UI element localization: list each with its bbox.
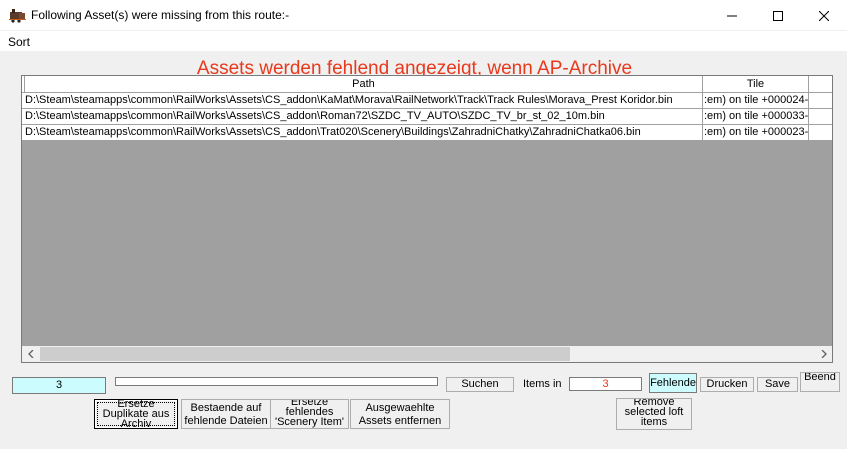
- cell-extra[interactable]: [809, 125, 832, 141]
- window-title: Following Asset(s) were missing from thi…: [31, 8, 290, 22]
- missing-assets-grid[interactable]: Path Tile D:\Steam\steamapps\common\Rail…: [21, 75, 833, 363]
- scroll-left-button[interactable]: [22, 346, 39, 362]
- heading-text: Assets werden fehlend angezeigt, wenn AP…: [196, 58, 633, 76]
- horizontal-scrollbar[interactable]: [22, 346, 832, 362]
- close-icon: [819, 10, 829, 21]
- scroll-thumb[interactable]: [40, 347, 570, 361]
- column-header-path[interactable]: Path: [25, 76, 703, 93]
- heading-banner: Assets werden fehlend angezeigt, wenn AP…: [0, 56, 847, 76]
- items-in-field[interactable]: 3: [569, 377, 642, 391]
- chevron-right-icon: [821, 350, 827, 358]
- cell-tile[interactable]: :em) on tile +000024-00: [703, 93, 809, 109]
- maximize-icon: [773, 10, 783, 21]
- minimize-button[interactable]: [709, 0, 755, 31]
- train-icon: [9, 7, 27, 23]
- column-header-extra[interactable]: [809, 76, 832, 93]
- exit-button[interactable]: Beend: [800, 372, 840, 392]
- remove-selected-assets-button[interactable]: Ausgewaehlte Assets entfernen: [350, 399, 450, 429]
- chevron-left-icon: [27, 350, 33, 358]
- table-row[interactable]: D:\Steam\steamapps\common\RailWorks\Asse…: [22, 93, 832, 109]
- grid-header: Path Tile: [22, 76, 832, 93]
- menu-sort[interactable]: Sort: [8, 35, 30, 49]
- minimize-icon: [727, 15, 737, 16]
- maximize-button[interactable]: [755, 0, 801, 31]
- cell-tile[interactable]: :em) on tile +000033-0: [703, 109, 809, 125]
- cell-extra[interactable]: [809, 109, 832, 125]
- table-row[interactable]: D:\Steam\steamapps\common\RailWorks\Asse…: [22, 125, 832, 141]
- cell-tile[interactable]: :em) on tile +000023-0: [703, 125, 809, 141]
- title-bar: Following Asset(s) were missing from thi…: [0, 0, 847, 31]
- progress-bar: [115, 377, 438, 386]
- cell-extra[interactable]: [809, 93, 832, 109]
- existing-to-missing-button[interactable]: Bestaende auf fehlende Dateien: [181, 399, 271, 429]
- remove-loft-items-label: Remove selected loft items: [624, 398, 684, 428]
- print-button[interactable]: Drucken: [700, 377, 754, 392]
- close-button[interactable]: [801, 0, 847, 31]
- search-button[interactable]: Suchen: [446, 377, 514, 392]
- menu-bar: Sort: [0, 31, 847, 51]
- save-button[interactable]: Save: [757, 377, 798, 392]
- count-display: 3: [12, 377, 106, 394]
- remove-loft-items-button[interactable]: Remove selected loft items: [616, 398, 692, 430]
- cell-path[interactable]: D:\Steam\steamapps\common\RailWorks\Asse…: [22, 125, 703, 141]
- missing-toggle-button[interactable]: Fehlende: [649, 373, 697, 393]
- replace-scenery-item-label: Ersetze fehlendes 'Scenery Item': [274, 399, 344, 428]
- replace-duplicates-label: Ersetze Duplikate aus Archiv: [102, 399, 170, 429]
- exit-button-label: Beend: [804, 372, 836, 383]
- table-row[interactable]: D:\Steam\steamapps\common\RailWorks\Asse…: [22, 109, 832, 125]
- cell-path[interactable]: D:\Steam\steamapps\common\RailWorks\Asse…: [22, 93, 703, 109]
- replace-duplicates-button[interactable]: Ersetze Duplikate aus Archiv: [94, 399, 178, 429]
- replace-scenery-item-button[interactable]: Ersetze fehlendes 'Scenery Item': [270, 399, 349, 429]
- column-header-tile[interactable]: Tile: [703, 76, 809, 93]
- scroll-right-button[interactable]: [815, 346, 832, 362]
- items-in-label: Items in: [523, 378, 562, 390]
- cell-path[interactable]: D:\Steam\steamapps\common\RailWorks\Asse…: [22, 109, 703, 125]
